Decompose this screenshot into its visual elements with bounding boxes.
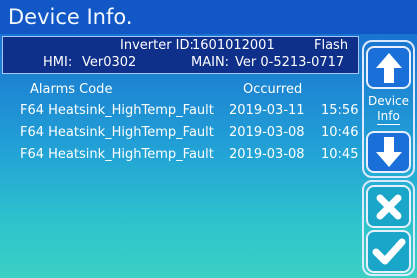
hmi-label: HMI: <box>43 55 73 70</box>
inverter-id-label: Inverter ID: <box>120 38 194 53</box>
main-version-value: Ver 0-5213-0717 <box>235 55 345 70</box>
column-header-occurred: Occurred <box>243 82 303 97</box>
arrow-up-icon <box>375 52 402 83</box>
device-info-label-line2: Info <box>377 109 400 125</box>
scroll-down-button[interactable] <box>366 131 411 173</box>
close-icon <box>376 194 401 219</box>
alarm-time-cell: 15:56 <box>321 103 359 118</box>
arrow-down-icon <box>375 137 402 167</box>
alarm-time-cell: 10:45 <box>321 147 359 162</box>
scroll-up-button[interactable] <box>366 46 411 89</box>
device-info-label-line1: Device <box>367 94 410 108</box>
confirm-button[interactable] <box>366 230 411 273</box>
device-info-button[interactable]: Device Info <box>366 90 411 129</box>
hmi-version-value: Ver0302 <box>82 55 137 70</box>
device-header-panel: Inverter ID: 1601012001 Flash HMI: Ver03… <box>2 36 359 74</box>
alarm-code-cell: F64 Heatsink_HighTemp_Fault <box>20 125 214 140</box>
alarm-date-cell: 2019-03-08 <box>229 125 305 140</box>
flash-label: Flash <box>314 38 349 53</box>
alarm-code-cell: F64 Heatsink_HighTemp_Fault <box>20 147 214 162</box>
inverter-id-value: 1601012001 <box>192 38 275 53</box>
cancel-button[interactable] <box>366 185 411 228</box>
alarm-date-cell: 2019-03-08 <box>229 147 305 162</box>
alarm-date-cell: 2019-03-11 <box>229 103 305 118</box>
main-label: MAIN: <box>191 55 230 70</box>
page-title: Device Info. <box>0 0 417 34</box>
check-icon <box>372 238 405 264</box>
alarm-code-cell: F64 Heatsink_HighTemp_Fault <box>20 103 214 118</box>
alarm-time-cell: 10:46 <box>321 125 359 140</box>
column-header-alarms-code: Alarms Code <box>30 82 113 97</box>
